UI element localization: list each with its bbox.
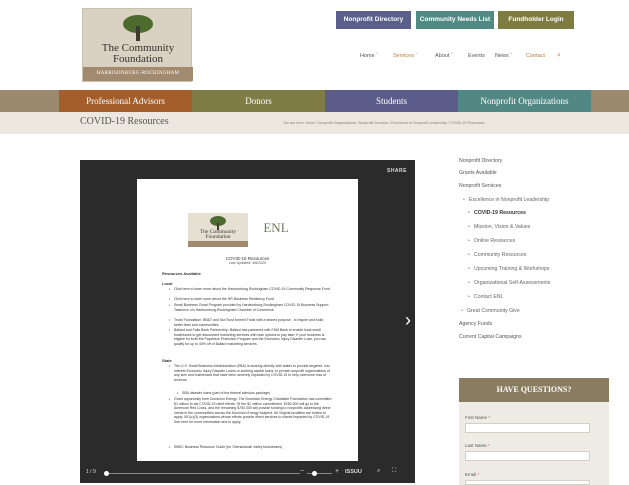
document-logo-text: The Community Foundation [199,229,237,240]
next-page-arrow-icon[interactable]: › [405,310,411,331]
list-item: Click here to learn more about the Harri… [169,287,332,292]
breadcrumb: You are here: Home / Nonprofit Organizat… [283,121,485,125]
nav-events[interactable]: Events [468,53,485,59]
nav-news[interactable]: News ˇ [495,53,512,59]
category-donors[interactable]: Donors [192,90,325,112]
zoom-slider-handle[interactable] [312,471,317,476]
sidebar-item-mission[interactable]: Mission, Vision & Values [468,224,530,230]
sidebar-item-community-resources[interactable]: Community Resources [468,252,527,258]
document-viewer[interactable]: SHARE The Community Foundation ENL COVID… [80,160,415,483]
questions-form: HAVE QUESTIONS? First Name * Last Name *… [459,378,609,485]
sidebar-item-agency-funds[interactable]: Agency Funds [459,321,492,327]
issuu-brand-link[interactable]: ISSUU [345,469,362,475]
sidebar-item-online-resources[interactable]: Online Resources [468,238,515,244]
category-nonprofit-organizations[interactable]: Nonprofit Organizations [458,90,591,112]
sidebar-item-nonprofit-directory[interactable]: Nonprofit Directory [459,158,502,164]
category-students[interactable]: Students [325,90,458,112]
nav-services[interactable]: Services ˇ [393,53,417,59]
logo-line-2: Foundation [112,53,164,65]
search-icon[interactable]: ⌕ [377,468,380,475]
list-item: Click here to learn more about the HR Bu… [169,297,332,302]
nonprofit-directory-button[interactable]: Nonprofit Directory [336,11,411,29]
resources-heading: Resources Available [162,271,201,276]
page-indicator: 1 / 9 [86,469,96,475]
list-item: SBA disaster loans (part of the federal … [177,391,332,396]
list-item: The U.S. Small Business Administration (… [169,364,332,382]
list-item: Ballard and Fails Bank Partnership: Ball… [169,328,332,346]
sidebar-item-nonprofit-services[interactable]: Nonprofit Services [459,183,501,189]
last-name-label: Last Name * [465,443,490,448]
share-button[interactable]: SHARE [387,168,407,174]
site-logo[interactable]: The Community Foundation HARRISONBURG-RO… [82,8,193,82]
sidebar-item-contact-enl[interactable]: Contact ENL [468,294,504,300]
questions-heading: HAVE QUESTIONS? [459,378,609,402]
zoom-slider[interactable] [307,473,332,474]
sidebar-item-great-community-give[interactable]: Great Community Give [461,308,520,314]
tree-icon [123,15,153,41]
viewer-controls: 1 / 9 − + ISSUU ⌕ ⛶ [80,463,415,483]
sidebar-item-grants-available[interactable]: Grants Available [459,170,497,176]
list-item: SBDC Business Resource Guide (for Shenan… [169,445,332,450]
last-name-field[interactable] [465,451,590,461]
enl-logo: ENL [263,220,289,235]
page-title: COVID-19 Resources [80,116,169,127]
sidebar-item-excellence[interactable]: Excellence in Nonprofit Leadership [463,197,549,203]
sidebar-item-covid-resources[interactable]: COVID-19 Resources [468,210,526,216]
category-professional-advisors[interactable]: Professional Advisors [59,90,192,112]
fundholder-login-button[interactable]: Fundholder Login [498,11,574,29]
document-page: The Community Foundation ENL COVID-19 Re… [137,179,358,461]
page-slider-handle[interactable] [104,471,109,476]
zoom-in-icon[interactable]: + [335,468,339,475]
list-item: Small Business Grant Program provided by… [169,303,332,312]
document-date: Last Updated: 4/6/2020 [228,261,267,265]
page-slider[interactable] [105,473,300,474]
logo-band: HARRISONBURG-ROCKINGHAM [83,67,193,81]
sidebar-item-self-assessments[interactable]: Organizational Self-Assessments [468,280,550,286]
nav-contact[interactable]: Contact [526,53,545,59]
zoom-out-icon[interactable]: − [300,468,304,475]
search-icon[interactable]: ⌕ [557,52,561,60]
list-item: Truist Foundation: BB&T and SunTrust for… [169,318,332,327]
local-heading: Local [162,281,173,286]
sidebar-item-training[interactable]: Upcoming Training & Workshops [468,266,549,272]
first-name-field[interactable] [465,423,590,433]
sidebar-item-capital-campaigns[interactable]: Current Capital Campaigns [459,334,522,340]
first-name-label: First Name * [465,415,491,420]
community-needs-button[interactable]: Community Needs List [416,11,494,29]
email-field[interactable] [465,480,590,485]
state-heading: State [162,358,172,363]
list-item: Grant opportunity from Dominion Energy. … [169,397,332,425]
nav-home[interactable]: Home ˇ [360,53,378,59]
site-header: The Community Foundation HARRISONBURG-RO… [0,0,629,90]
fullscreen-icon[interactable]: ⛶ [392,468,396,475]
nav-about[interactable]: About ˇ [435,53,453,59]
email-label: Email * [465,472,480,477]
